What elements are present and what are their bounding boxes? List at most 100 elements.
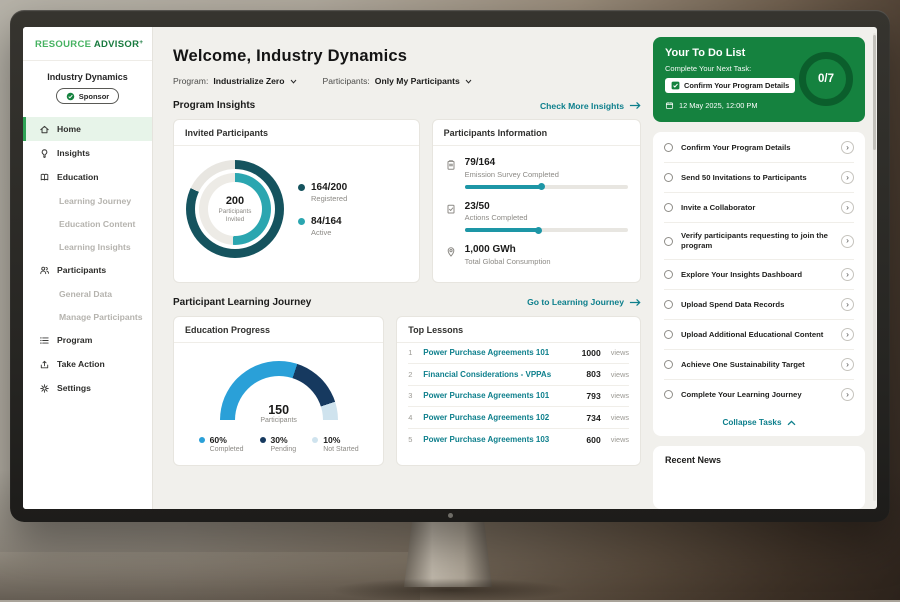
task-row[interactable]: Explore Your Insights Dashboard › (664, 260, 854, 290)
sidebar-item-participants[interactable]: Participants (23, 258, 152, 282)
chevron-right-icon[interactable]: › (841, 328, 854, 341)
sponsor-badge[interactable]: Sponsor (56, 88, 119, 104)
program-insights-header: Program Insights Check More Insights (173, 100, 641, 111)
home-icon (39, 124, 50, 135)
lesson-views-suffix: views (611, 435, 629, 444)
task-checkbox[interactable] (664, 237, 673, 246)
legend-label: Not Started (323, 446, 358, 453)
card-title: Invited Participants (174, 120, 419, 146)
scrollbar-thumb[interactable] (873, 35, 876, 150)
lightbulb-icon (39, 148, 50, 159)
sidebar-item-program[interactable]: Program (23, 328, 152, 352)
sidebar-item-education-content[interactable]: Education Content (23, 212, 152, 235)
participants-filter-dropdown[interactable]: Participants: Only My Participants (323, 76, 472, 86)
sidebar-item-label: Program (57, 335, 92, 345)
go-to-learning-journey-link[interactable]: Go to Learning Journey (527, 297, 641, 307)
program-filter-dropdown[interactable]: Program: Industrialize Zero (173, 76, 297, 86)
task-row[interactable]: Invite a Collaborator › (664, 193, 854, 223)
task-row[interactable]: Achieve One Sustainability Target › (664, 350, 854, 380)
sidebar-item-take-action[interactable]: Take Action (23, 352, 152, 376)
sidebar-item-insights[interactable]: Insights (23, 141, 152, 165)
lesson-title-link[interactable]: Power Purchase Agreements 101 (423, 348, 573, 357)
sidebar-item-learning-journey[interactable]: Learning Journey (23, 189, 152, 212)
legend-dot-registered (298, 184, 305, 191)
list-icon (39, 335, 50, 346)
sidebar-item-label: General Data (59, 289, 112, 299)
legend-item: 60% Completed (199, 435, 244, 453)
sidebar-item-manage-participants[interactable]: Manage Participants (23, 305, 152, 328)
lesson-title-link[interactable]: Financial Considerations - VPPAs (423, 370, 578, 379)
education-progress-gauge-chart: 150 Participants (220, 361, 338, 424)
info-label: Emission Survey Completed (465, 170, 628, 179)
legend-item: 10% Not Started (312, 435, 358, 453)
chevron-right-icon[interactable]: › (841, 298, 854, 311)
arrow-right-icon (629, 101, 641, 110)
chevron-right-icon[interactable]: › (841, 141, 854, 154)
lesson-views: 600 (586, 435, 600, 445)
sidebar-item-label: Take Action (57, 359, 105, 369)
info-value: 79/164 (465, 157, 628, 168)
lesson-rank: 3 (408, 391, 415, 400)
sidebar-item-home[interactable]: Home (23, 117, 152, 141)
task-checkbox[interactable] (664, 203, 673, 212)
lesson-views: 803 (586, 369, 600, 379)
task-label: Achieve One Sustainability Target (681, 360, 833, 370)
monitor-frame: RESOURCE ADVISOR+ Industry Dynamics Spon… (10, 10, 890, 522)
task-checkbox[interactable] (664, 173, 673, 182)
check-square-icon (671, 81, 680, 90)
legend-dot-not-started (312, 437, 318, 443)
chevron-right-icon[interactable]: › (841, 268, 854, 281)
next-task-chip[interactable]: Confirm Your Program Details (665, 78, 795, 93)
task-row[interactable]: Upload Spend Data Records › (664, 290, 854, 320)
chevron-right-icon[interactable]: › (841, 388, 854, 401)
task-checkbox[interactable] (664, 270, 673, 279)
legend-item: 164/200 Registered (298, 182, 347, 203)
chevron-right-icon[interactable]: › (841, 235, 854, 248)
sidebar-item-general-data[interactable]: General Data (23, 282, 152, 305)
legend-label: Active (311, 228, 347, 237)
task-row[interactable]: Send 50 Invitations to Participants › (664, 163, 854, 193)
task-row[interactable]: Confirm Your Program Details › (664, 133, 854, 163)
task-checkbox[interactable] (664, 360, 673, 369)
next-task-label: Confirm Your Program Details (684, 81, 789, 90)
scrollbar[interactable] (873, 33, 876, 501)
sidebar-item-label: Participants (57, 265, 106, 275)
chevron-right-icon[interactable]: › (841, 201, 854, 214)
invited-participants-card: Invited Participants 200 Participants In… (173, 119, 420, 283)
legend-dot-active (298, 218, 305, 225)
sidebar-item-learning-insights[interactable]: Learning Insights (23, 235, 152, 258)
recent-news-title: Recent News (665, 455, 721, 465)
task-checkbox[interactable] (664, 143, 673, 152)
collapse-tasks-button[interactable]: Collapse Tasks (664, 409, 854, 436)
task-label: Complete Your Learning Journey (681, 390, 833, 400)
check-more-insights-link[interactable]: Check More Insights (540, 101, 641, 111)
chevron-right-icon[interactable]: › (841, 358, 854, 371)
task-row[interactable]: Upload Additional Educational Content › (664, 320, 854, 350)
brand-advisor: ADVISOR (94, 39, 139, 50)
chevron-right-icon[interactable]: › (841, 171, 854, 184)
legend-dot-completed (199, 437, 205, 443)
lesson-views-suffix: views (611, 391, 629, 400)
task-checkbox[interactable] (664, 390, 673, 399)
lesson-rank: 1 (408, 348, 415, 357)
sidebar-item-settings[interactable]: Settings (23, 376, 152, 400)
lesson-title-link[interactable]: Power Purchase Agreements 103 (423, 435, 578, 444)
sidebar-item-label: Home (57, 124, 81, 134)
lesson-title-link[interactable]: Power Purchase Agreements 102 (423, 413, 578, 422)
sidebar-item-education[interactable]: Education (23, 165, 152, 189)
lesson-title-link[interactable]: Power Purchase Agreements 101 (423, 391, 578, 400)
task-row[interactable]: Complete Your Learning Journey › (664, 380, 854, 409)
org-name: Industry Dynamics (23, 72, 152, 82)
legend-label: Registered (311, 194, 347, 203)
task-row[interactable]: Verify participants requesting to join t… (664, 223, 854, 260)
clipboard-icon (445, 158, 457, 170)
task-label: Explore Your Insights Dashboard (681, 270, 833, 280)
lesson-row: 4 Power Purchase Agreements 102 734 view… (408, 407, 629, 429)
task-label: Confirm Your Program Details (681, 143, 833, 153)
task-checkbox[interactable] (664, 330, 673, 339)
task-label: Invite a Collaborator (681, 203, 833, 213)
learning-journey-header: Participant Learning Journey Go to Learn… (173, 297, 641, 308)
lesson-views-suffix: views (611, 370, 629, 379)
task-checkbox[interactable] (664, 300, 673, 309)
actions-progress-bar (465, 228, 628, 232)
